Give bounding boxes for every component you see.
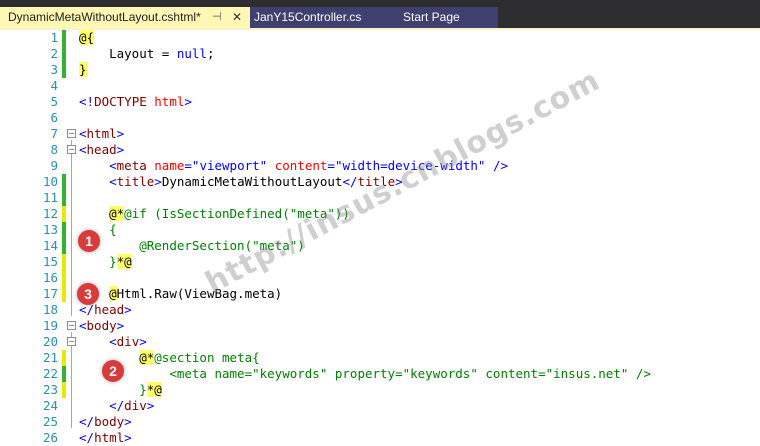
code-text: <body> [79,318,125,333]
line-number: 21 [42,350,58,365]
code-line: 3 } [0,62,760,78]
collapse-icon[interactable]: − [67,129,76,138]
change-marker [62,46,66,62]
line-number: 20 [42,334,58,349]
code-text: @Html.Raw(ViewBag.meta) [109,286,283,301]
line-number: 16 [42,270,58,285]
change-marker [62,222,66,238]
line-number: 2 [50,46,58,61]
change-marker [62,190,66,206]
line-number: 12 [42,206,58,221]
code-line: 14 @RenderSection("meta") [0,238,760,254]
change-marker [62,286,66,302]
code-line: 5 <!DOCTYPE html> [0,94,760,110]
collapse-icon[interactable]: − [67,337,76,346]
line-number: 8 [50,142,58,157]
line-number: 6 [50,110,58,125]
code-editor[interactable]: 1 @{ 2 Layout = null; 3 } 4 5 <!DOCTYPE … [0,30,760,446]
line-number: 9 [50,158,58,173]
line-number: 13 [42,222,58,237]
line-number: 17 [42,286,58,301]
line-number: 24 [42,398,58,413]
code-text: } [79,62,87,77]
change-marker [62,174,66,190]
code-line: 16 [0,270,760,286]
code-line: 9 <meta name="viewport" content="width=d… [0,158,760,174]
code-text: <head> [79,142,125,157]
line-number: 5 [50,94,58,109]
code-line: 6 [0,110,760,126]
code-text: }*@ [109,254,132,269]
code-line: 26 </html> [0,430,760,446]
code-text: }*@ [139,382,162,397]
line-number: 1 [50,30,58,45]
code-text: <div> [109,334,147,349]
line-number: 3 [50,62,58,77]
tab-start-page[interactable]: Start Page [392,7,498,28]
close-icon[interactable]: ✕ [232,7,242,28]
code-line: 8 − <head> [0,142,760,158]
line-number: 15 [42,254,58,269]
tab-dynamicmetawithoutlayout[interactable]: DynamicMetaWithoutLayout.cshtml* ⊣ ✕ [0,7,250,28]
code-line: 17 @Html.Raw(ViewBag.meta) [0,286,760,302]
change-marker [62,350,66,366]
line-number: 18 [42,302,58,317]
code-line: 7 − <html> [0,126,760,142]
annotation-badge-3: 3 [77,283,99,305]
annotation-badge-2: 2 [102,360,124,382]
line-number: 4 [50,78,58,93]
code-line: 19 − <body> [0,318,760,334]
change-marker [62,254,66,270]
line-number: 22 [42,366,58,381]
tab-label: JanY15Controller.cs [254,10,362,24]
collapse-icon[interactable]: − [67,321,76,330]
change-marker [62,238,66,254]
code-line: 24 </div> [0,398,760,414]
code-line: 23 }*@ [0,382,760,398]
line-number: 14 [42,238,58,253]
code-text: <html> [79,126,125,141]
tab-label: DynamicMetaWithoutLayout.cshtml* [8,10,201,24]
line-number: 10 [42,174,58,189]
code-text: <meta name="keywords" property="keywords… [169,366,651,381]
code-text: </body> [79,414,132,429]
code-line: 13 { [0,222,760,238]
code-line: 15 }*@ [0,254,760,270]
code-text: @{ [79,30,95,45]
code-text: </html> [79,430,132,445]
document-tab-bar: DynamicMetaWithoutLayout.cshtml* ⊣ ✕ Jan… [0,0,760,30]
change-marker [62,62,66,78]
change-marker [62,206,66,222]
tab-jany15controller[interactable]: JanY15Controller.cs [250,7,392,28]
change-marker [62,382,66,398]
change-marker [62,366,66,382]
line-number: 7 [50,126,58,141]
code-text: <!DOCTYPE html> [79,94,192,109]
code-line: 25 </body> [0,414,760,430]
code-line: 2 Layout = null; [0,46,760,62]
change-marker [62,30,66,46]
tab-label: Start Page [403,10,460,24]
line-number: 19 [42,318,58,333]
code-line: 1 @{ [0,30,760,46]
code-line: 20 − <div> [0,334,760,350]
collapse-icon[interactable]: − [67,145,76,154]
code-line: 4 [0,78,760,94]
line-number: 23 [42,382,58,397]
code-line: 18 </head> [0,302,760,318]
change-marker [62,270,66,286]
code-text: </div> [109,398,155,413]
code-text: Layout = null; [79,46,215,61]
annotation-badge-1: 1 [78,230,100,252]
pin-icon[interactable]: ⊣ [212,7,222,28]
line-number: 25 [42,414,58,429]
line-number: 26 [42,430,58,445]
line-number: 11 [42,190,58,205]
